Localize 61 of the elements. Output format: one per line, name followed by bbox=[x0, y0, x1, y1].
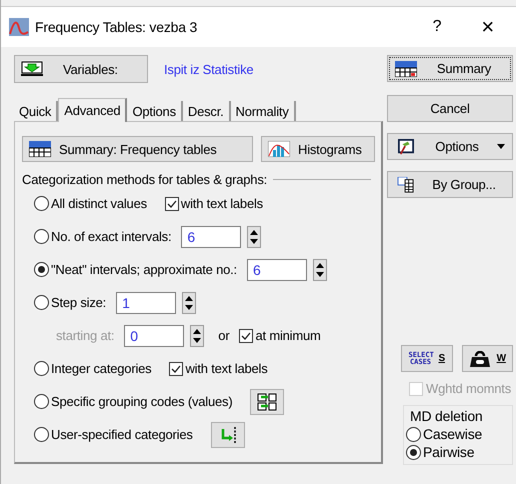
radio-label: Specific grouping codes (values) bbox=[51, 394, 232, 409]
variable-value: Ispit iz Statistike bbox=[164, 62, 254, 76]
caret-icon bbox=[497, 144, 505, 149]
radio-label: User-specified categories bbox=[51, 427, 193, 442]
monitor-arrow-icon bbox=[21, 61, 43, 77]
radio-button[interactable] bbox=[34, 427, 49, 442]
panel-button[interactable]: Histograms bbox=[261, 136, 375, 162]
spinner-arrows-icon[interactable] bbox=[247, 226, 262, 248]
weight-icon bbox=[468, 350, 491, 366]
or-label: or bbox=[218, 328, 230, 343]
arrow-grid-icon bbox=[257, 392, 278, 410]
radio-label: All distinct values bbox=[51, 196, 147, 211]
checkbox-label: with text labels bbox=[185, 361, 268, 376]
radio-label: "Neat" intervals; approximate no.: bbox=[51, 262, 237, 277]
tab[interactable]: Advanced bbox=[58, 98, 128, 122]
spinner-arrows-icon[interactable] bbox=[312, 258, 327, 280]
side-button[interactable]: By Group... bbox=[387, 171, 513, 198]
checkbox-label: Wghtd momnts bbox=[426, 381, 512, 396]
help-button[interactable]: ? bbox=[432, 18, 442, 36]
radio-button[interactable] bbox=[406, 444, 421, 460]
radio-button[interactable] bbox=[34, 295, 49, 310]
checkbox-label: at minimum bbox=[255, 328, 321, 343]
close-button[interactable]: × bbox=[481, 14, 494, 40]
checkbox[interactable] bbox=[164, 196, 179, 210]
side-button[interactable]: Summary bbox=[387, 55, 513, 82]
group-label: Categorization methods for tables & graphs: bbox=[22, 172, 268, 187]
variables-button[interactable]: Variables: bbox=[14, 55, 148, 83]
number-field[interactable]: 1 bbox=[116, 292, 176, 314]
group-title: MD deletion bbox=[409, 408, 484, 424]
radio-button[interactable] bbox=[34, 196, 49, 211]
checkbox[interactable] bbox=[169, 362, 184, 376]
checkbox[interactable] bbox=[239, 328, 254, 342]
spinner-arrows-icon[interactable] bbox=[190, 324, 204, 346]
radio-label: Casewise bbox=[423, 426, 482, 442]
app-icon bbox=[9, 18, 29, 36]
radio-button[interactable] bbox=[34, 394, 49, 409]
start-label: starting at: bbox=[56, 328, 114, 343]
side-button[interactable]: Cancel bbox=[387, 95, 513, 122]
radio-button[interactable] bbox=[34, 229, 49, 244]
checkbox-label: with text labels bbox=[180, 196, 263, 211]
panel-button[interactable]: Summary: Frequency tables bbox=[22, 136, 253, 162]
number-field[interactable]: 6 bbox=[246, 258, 307, 280]
number-field[interactable]: 6 bbox=[181, 226, 242, 248]
table-icon bbox=[29, 141, 51, 157]
spinner-arrows-icon[interactable] bbox=[182, 292, 196, 314]
user-categories-button[interactable] bbox=[210, 422, 245, 448]
radio-button[interactable] bbox=[34, 361, 49, 376]
table-icon bbox=[395, 60, 417, 76]
side-button[interactable]: Options bbox=[387, 133, 513, 160]
radio-label: No. of exact intervals: bbox=[51, 229, 172, 244]
radio-button[interactable] bbox=[34, 262, 49, 277]
radio-label: Pairwise bbox=[423, 444, 474, 460]
radio-label: Step size: bbox=[51, 295, 106, 310]
grouping-codes-button[interactable] bbox=[250, 388, 284, 414]
hammer-picture-icon bbox=[395, 138, 417, 154]
radio-button[interactable] bbox=[406, 426, 421, 442]
window-title: Frequency Tables: vezba 3 bbox=[35, 19, 198, 35]
histogram-icon bbox=[268, 141, 290, 157]
weight-button[interactable]: W bbox=[462, 345, 513, 372]
number-field[interactable]: 0 bbox=[124, 324, 184, 346]
radio-label: Integer categories bbox=[51, 361, 152, 376]
